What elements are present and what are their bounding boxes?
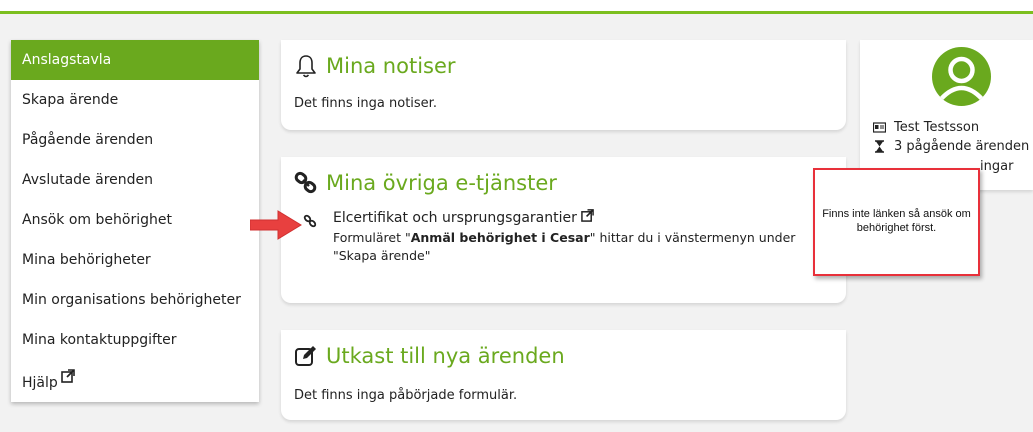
- profile-name-row: Test Testsson: [872, 120, 980, 135]
- service-desc-form-name: Anmäl behörighet i Cesar: [410, 230, 590, 245]
- avatar: [932, 47, 991, 106]
- hourglass-icon: [873, 140, 886, 153]
- profile-partial-text: ingar: [980, 159, 1014, 174]
- service-link-text[interactable]: Elcertifikat och ursprungsgarantier: [333, 210, 577, 226]
- sidebar-item-hjalp[interactable]: Hjälp: [11, 360, 259, 400]
- bell-icon: [294, 54, 318, 78]
- sidebar-nav: Anslagstavla Skapa ärende Pågående ärend…: [11, 40, 259, 402]
- link-icon: [294, 171, 318, 195]
- services-title: Mina övriga e-tjänster: [294, 171, 557, 195]
- sidebar-item-avslutade-arenden[interactable]: Avslutade ärenden: [11, 160, 259, 200]
- top-bar: [0, 0, 1033, 14]
- profile-ongoing-count[interactable]: 3 pågående ärenden: [894, 139, 1029, 154]
- drafts-card: Utkast till nya ärenden Det finns inga p…: [281, 330, 846, 420]
- service-desc-part: Formuläret ": [333, 230, 411, 245]
- sidebar-item-pagaende-arenden[interactable]: Pågående ärenden: [11, 120, 259, 160]
- external-link-icon: [60, 369, 75, 387]
- sidebar-item-skapa-arende[interactable]: Skapa ärende: [11, 80, 259, 120]
- notices-title-text: Mina notiser: [326, 54, 456, 78]
- services-card: Mina övriga e-tjänster Elcertifikat och …: [281, 157, 846, 303]
- service-description: Formuläret "Anmäl behörighet i Cesar" hi…: [333, 229, 823, 265]
- notices-title: Mina notiser: [294, 54, 456, 78]
- profile-partial-row: ingar: [980, 159, 1013, 174]
- drafts-title-text: Utkast till nya ärenden: [326, 344, 565, 368]
- service-item: Elcertifikat och ursprungsgarantier Form…: [303, 209, 823, 265]
- sidebar-item-ansok-om-behorighet[interactable]: Ansök om behörighet: [11, 200, 259, 240]
- external-link-icon[interactable]: [581, 209, 594, 225]
- services-title-text: Mina övriga e-tjänster: [326, 171, 557, 195]
- sidebar-item-kontaktuppgifter[interactable]: Mina kontaktuppgifter: [11, 320, 259, 360]
- drafts-empty-text: Det finns inga påbörjade formulär.: [294, 388, 518, 403]
- red-arrow-annotation: [250, 210, 302, 240]
- id-card-icon: [872, 121, 887, 134]
- link-icon: [303, 213, 317, 228]
- sidebar-item-label: Hjälp: [22, 375, 58, 391]
- callout-text: Finns inte länken så ansök om behörighet…: [822, 208, 971, 234]
- sidebar-item-organisations-behorigheter[interactable]: Min organisations behörigheter: [11, 280, 259, 320]
- sidebar-item-anslagstavla[interactable]: Anslagstavla: [11, 40, 259, 80]
- profile-ongoing-row[interactable]: 3 pågående ärenden: [873, 139, 1029, 154]
- edit-icon: [294, 344, 318, 368]
- drafts-title: Utkast till nya ärenden: [294, 344, 565, 368]
- notices-empty-text: Det finns inga notiser.: [294, 96, 437, 111]
- notices-card: Mina notiser Det finns inga notiser.: [281, 40, 846, 130]
- profile-name: Test Testsson: [894, 120, 980, 135]
- sidebar-item-mina-behorigheter[interactable]: Mina behörigheter: [11, 240, 259, 280]
- callout-note: Finns inte länken så ansök om behörighet…: [813, 168, 980, 276]
- service-link[interactable]: Elcertifikat och ursprungsgarantier: [333, 209, 823, 226]
